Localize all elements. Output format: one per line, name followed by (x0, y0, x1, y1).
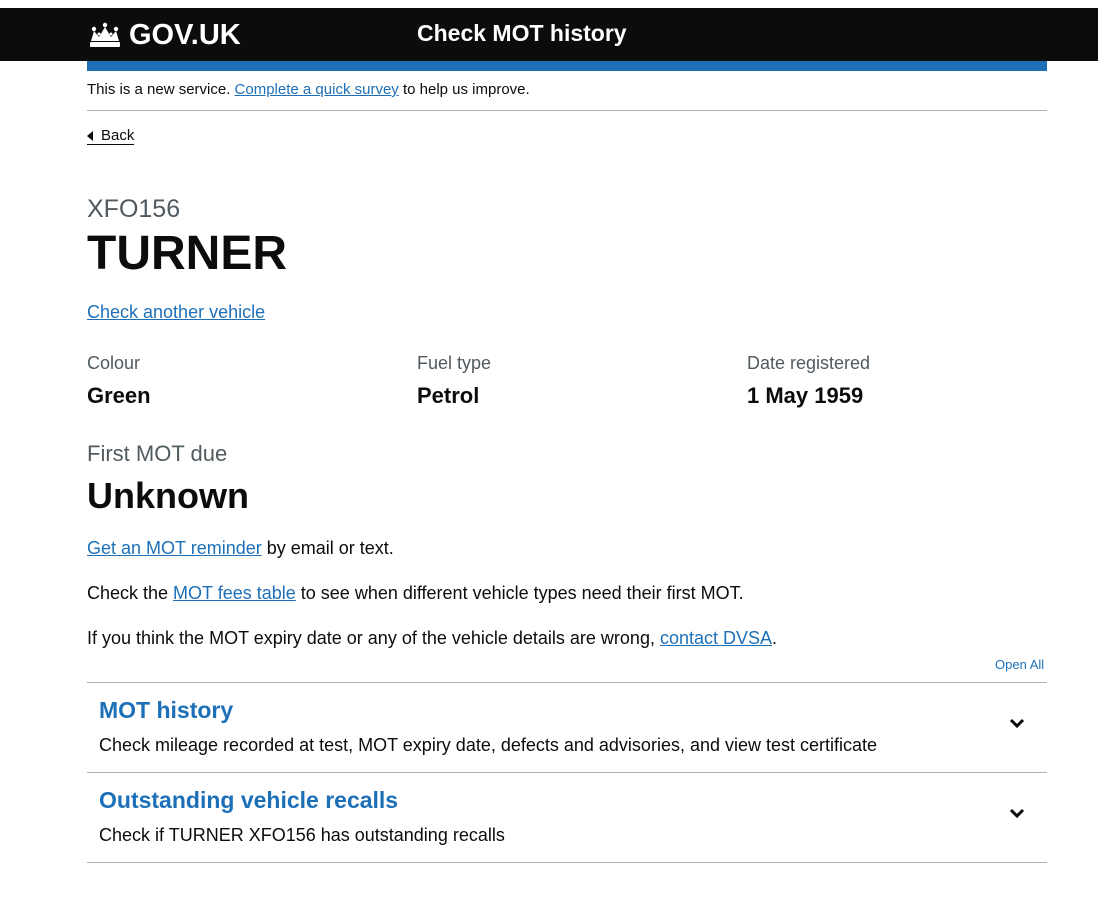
vehicle-make: TURNER (87, 227, 287, 280)
detail-label: Fuel type (417, 353, 492, 373)
accordion-title[interactable]: MOT history (99, 697, 233, 724)
detail-value: Petrol (417, 383, 480, 408)
chevron-down-icon[interactable] (1009, 717, 1025, 729)
accordion-title[interactable]: Outstanding vehicle recalls (99, 787, 398, 814)
contact-dvsa-link[interactable]: contact DVSA (660, 628, 772, 648)
site-header: GOV.UK Check MOT history (0, 8, 1098, 61)
vehicle-registration: XFO156 (87, 195, 181, 223)
brand-bar (87, 61, 1047, 71)
check-another-vehicle-link[interactable]: Check another vehicle (87, 302, 265, 323)
govuk-logo-link[interactable]: GOV.UK (87, 19, 241, 52)
logo-text: GOV.UK (129, 19, 241, 51)
first-mot-label: First MOT due (87, 441, 228, 466)
wrong-prefix: If you think the MOT expiry date or any … (87, 628, 660, 648)
detail-label: Date registered (747, 353, 871, 373)
reminder-paragraph: Get an MOT reminder by email or text. (87, 538, 394, 559)
detail-colour: Colour Green (87, 353, 151, 409)
top-strip (0, 0, 1098, 8)
survey-link[interactable]: Complete a quick survey (235, 81, 399, 98)
crown-icon (90, 22, 120, 47)
reminder-suffix: by email or text. (261, 538, 394, 558)
detail-label: Colour (87, 353, 141, 373)
open-all-button[interactable]: Open All (995, 657, 1044, 672)
detail-fuel-type: Fuel type Petrol (417, 353, 491, 409)
back-arrow-icon (87, 130, 93, 141)
back-label: Back (101, 127, 135, 144)
beta-prefix: This is a new service. (87, 81, 235, 98)
beta-banner: This is a new service. Complete a quick … (87, 71, 1047, 111)
accordion-section-mot-history[interactable]: MOT history Check mileage recorded at te… (87, 683, 1047, 773)
detail-value: Green (87, 383, 151, 408)
accordion-summary: Check mileage recorded at test, MOT expi… (99, 735, 878, 755)
detail-date-registered: Date registered 1 May 1959 (747, 353, 870, 409)
detail-value: 1 May 1959 (747, 383, 864, 408)
chevron-down-icon[interactable] (1009, 807, 1025, 819)
service-name[interactable]: Check MOT history (417, 20, 627, 47)
wrong-suffix: . (772, 628, 778, 648)
back-link[interactable]: Back (87, 127, 135, 145)
accordion-section-recalls[interactable]: Outstanding vehicle recalls Check if TUR… (87, 773, 1047, 863)
beta-suffix: to help us improve. (398, 81, 530, 98)
mot-fees-table-link[interactable]: MOT fees table (173, 583, 296, 603)
accordion: MOT history Check mileage recorded at te… (87, 682, 1047, 863)
fees-prefix: Check the (87, 583, 174, 603)
mot-reminder-link[interactable]: Get an MOT reminder (87, 538, 262, 558)
fees-suffix: to see when different vehicle types need… (295, 583, 744, 603)
wrong-details-paragraph: If you think the MOT expiry date or any … (87, 628, 777, 649)
first-mot-value: Unknown (87, 475, 249, 516)
fees-paragraph: Check the MOT fees table to see when dif… (87, 583, 744, 604)
accordion-summary: Check if TURNER XFO156 has outstanding r… (99, 825, 505, 845)
